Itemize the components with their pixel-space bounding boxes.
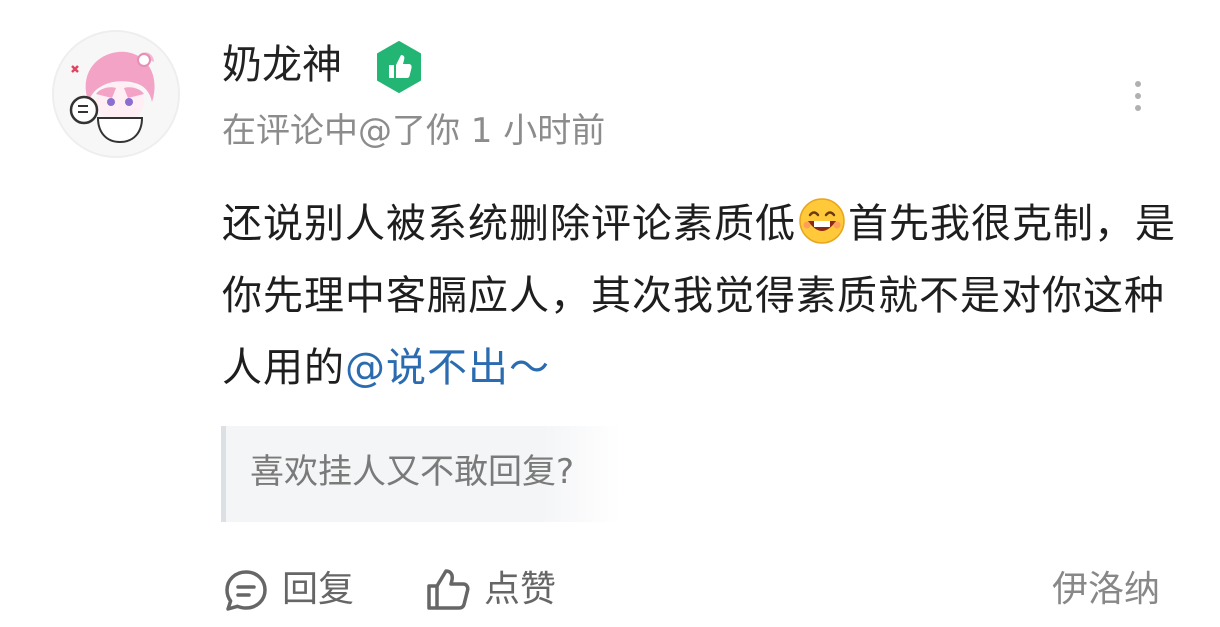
- username[interactable]: 奶龙神: [222, 38, 342, 92]
- speech-bubble-icon: [225, 570, 267, 611]
- green-thumbs-up-badge-icon: [377, 41, 421, 93]
- avatar[interactable]: [52, 30, 180, 158]
- thumbs-up-outline-icon: [427, 569, 470, 610]
- quoted-comment-text: 喜欢挂人又不敢回复?: [250, 452, 575, 492]
- vertical-more-dots-icon[interactable]: [1126, 76, 1150, 116]
- quoted-comment[interactable]: 喜欢挂人又不敢回复?: [221, 426, 621, 522]
- reply-button[interactable]: 回复: [222, 564, 354, 616]
- reply-label: 回复: [282, 569, 355, 610]
- like-label: 点赞: [484, 569, 557, 610]
- comment-text-part1: 还说别人被系统删除评论素质低: [222, 201, 796, 247]
- grinning-laugh-emoji-icon: [799, 198, 845, 244]
- comment-meta: 在评论中@了你 1 小时前: [222, 111, 606, 151]
- avatar-illustration: [54, 32, 178, 156]
- mention-link[interactable]: @说不出～: [345, 345, 550, 391]
- comment-signature[interactable]: 伊洛纳: [1052, 564, 1160, 616]
- like-button[interactable]: 点赞: [424, 564, 556, 616]
- comment-body: 还说别人被系统删除评论素质低 首先我很克制，是你先理中客膈应人，其次我觉得素质就…: [222, 188, 1182, 404]
